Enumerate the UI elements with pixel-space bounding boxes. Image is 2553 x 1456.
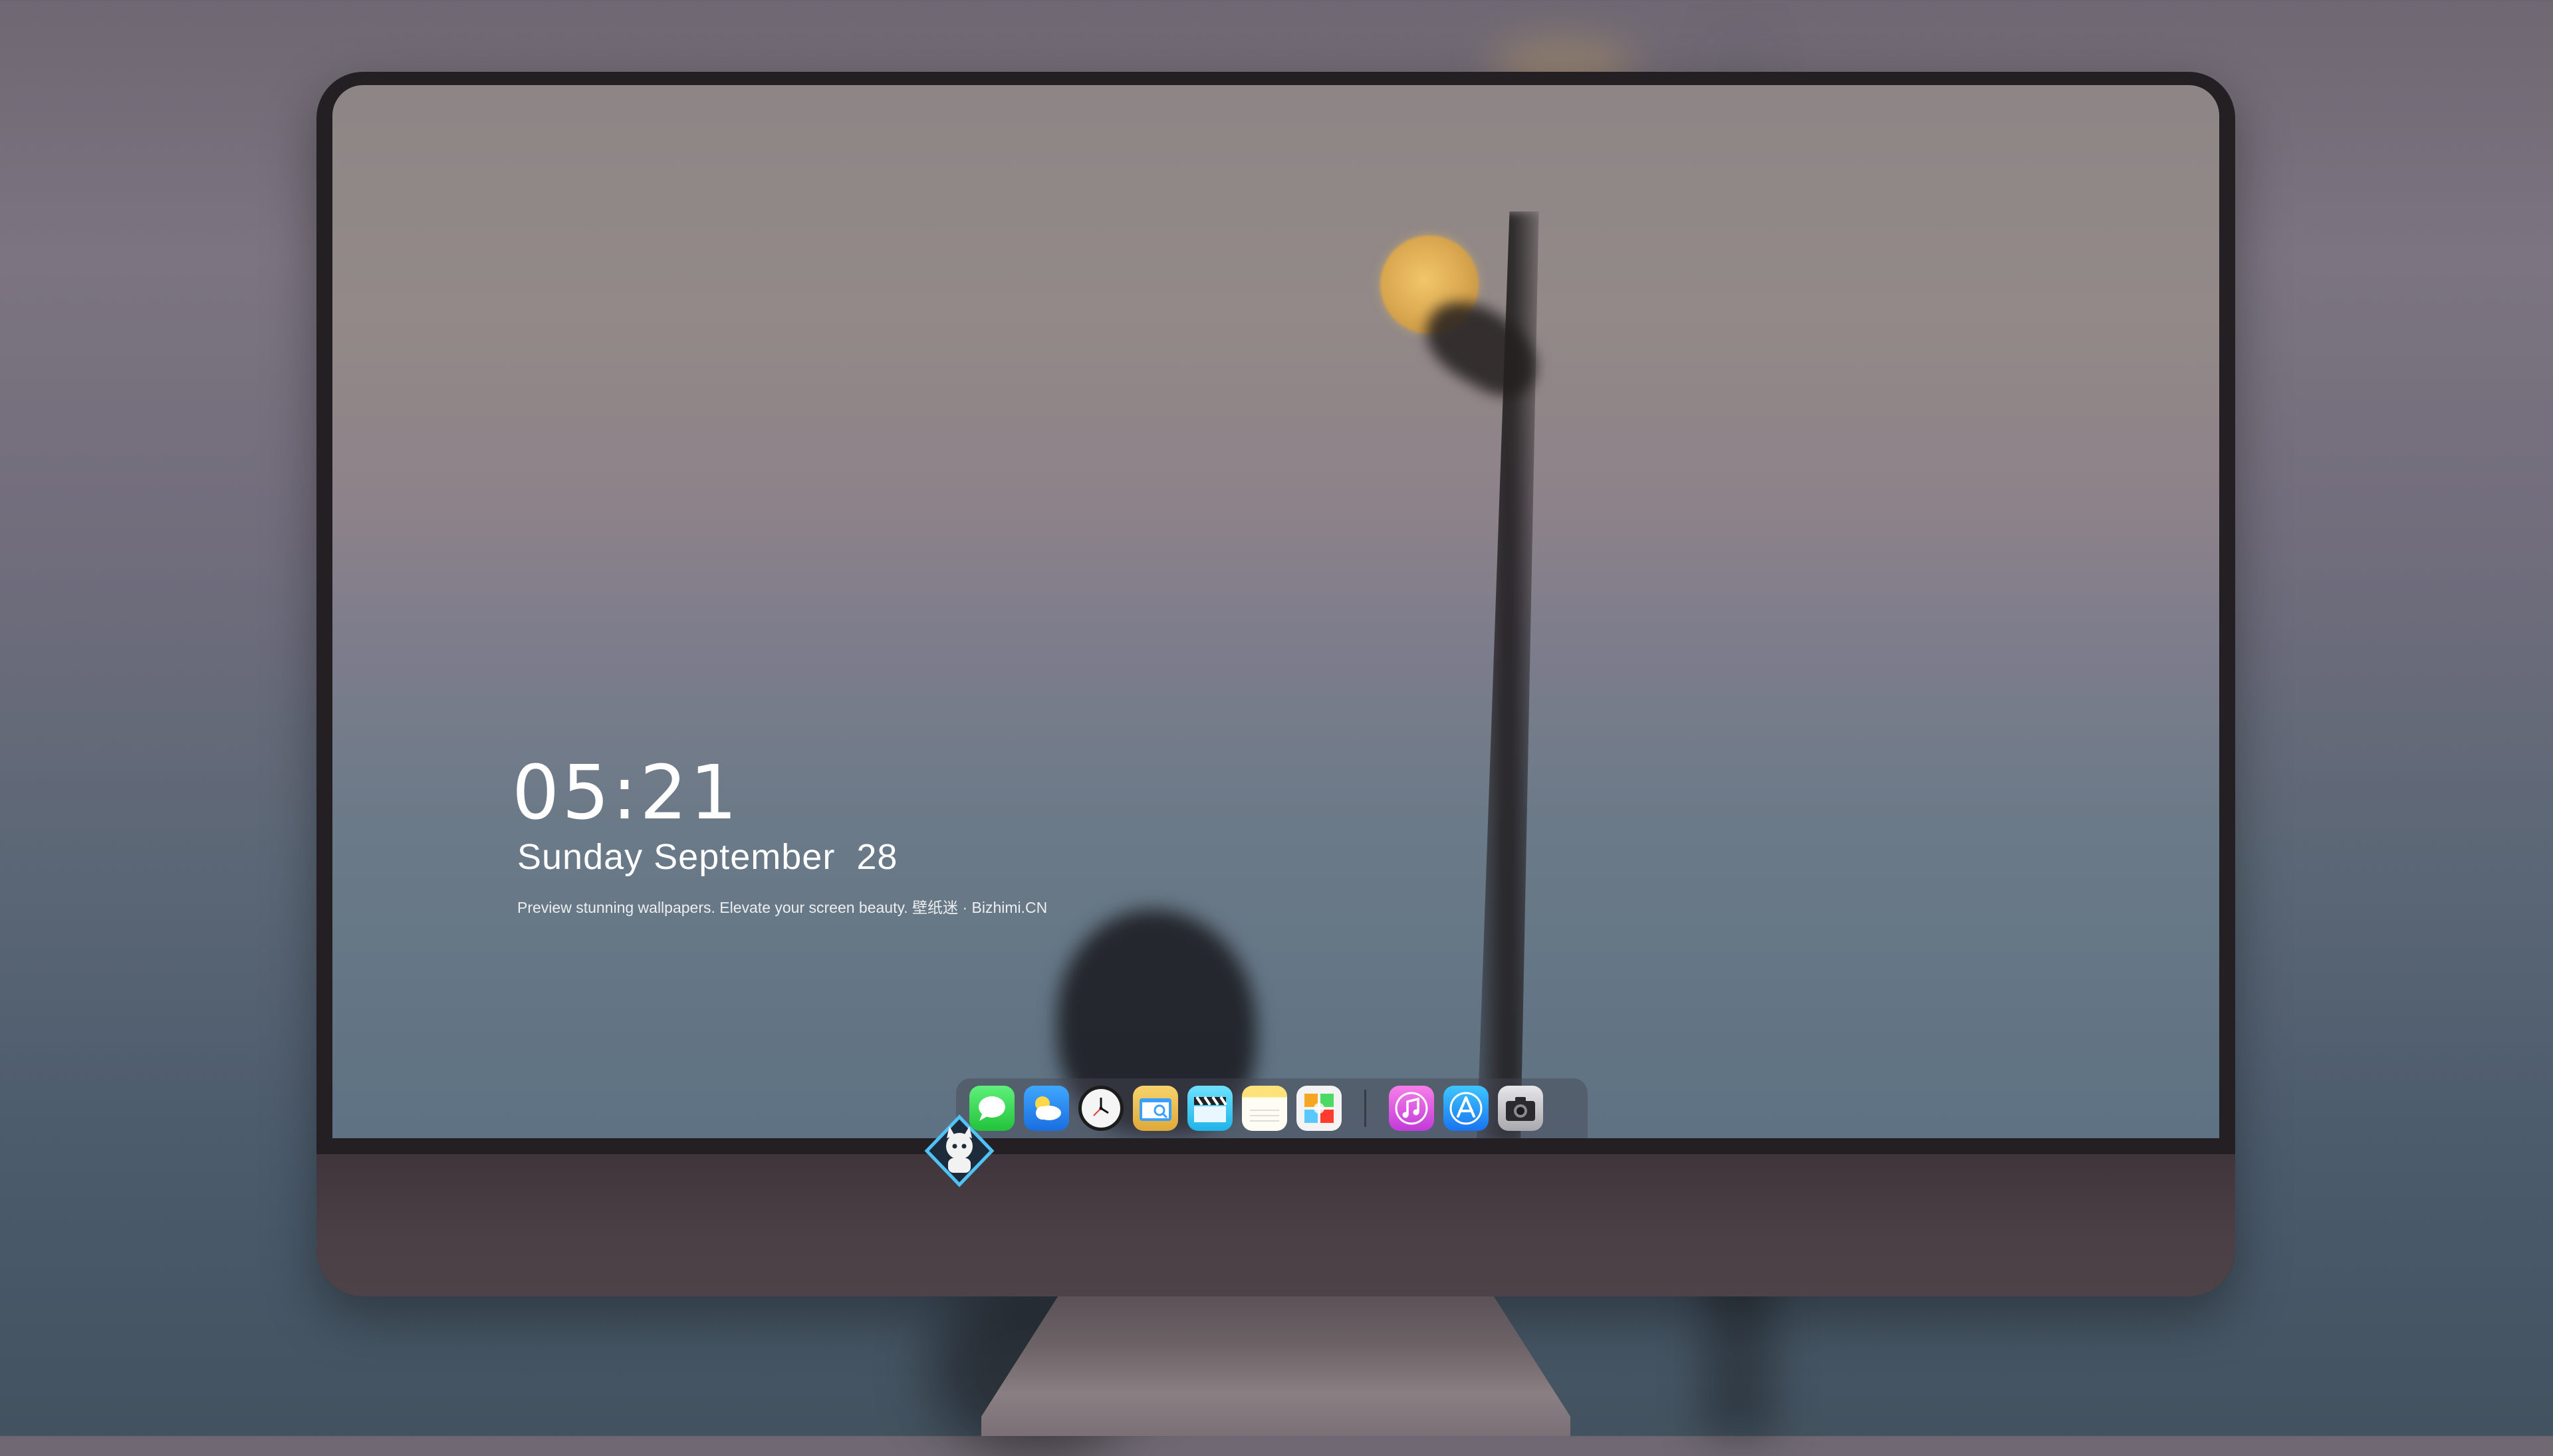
lock-date: Sunday September 28	[517, 836, 898, 878]
lock-tagline: Preview stunning wallpapers. Elevate you…	[517, 899, 1048, 916]
notes-icon[interactable]	[1242, 1086, 1287, 1131]
monitor-stand	[981, 1296, 1570, 1436]
finder-icon[interactable]	[1133, 1086, 1178, 1131]
app-store-icon[interactable]	[1443, 1086, 1489, 1131]
clock-icon[interactable]	[1078, 1086, 1124, 1131]
photos-icon[interactable]	[1296, 1086, 1342, 1131]
lock-date-day: 28	[856, 837, 898, 877]
clips-icon[interactable]	[1187, 1086, 1233, 1131]
monitor: 05:21 Sunday September 28 Preview stunni…	[316, 72, 2235, 1296]
lock-clock: 05:21	[512, 750, 740, 836]
dock-separator	[1364, 1090, 1366, 1127]
lock-date-weekday-month: Sunday September	[517, 837, 836, 877]
bizhimi-logo-icon	[923, 1114, 996, 1187]
monitor-screen: 05:21 Sunday September 28 Preview stunni…	[332, 85, 2219, 1138]
music-icon[interactable]	[1389, 1086, 1434, 1131]
dock	[956, 1078, 1588, 1138]
camera-icon[interactable]	[1498, 1086, 1543, 1131]
weather-icon[interactable]	[1024, 1086, 1069, 1131]
monitor-chin	[316, 1154, 2235, 1296]
